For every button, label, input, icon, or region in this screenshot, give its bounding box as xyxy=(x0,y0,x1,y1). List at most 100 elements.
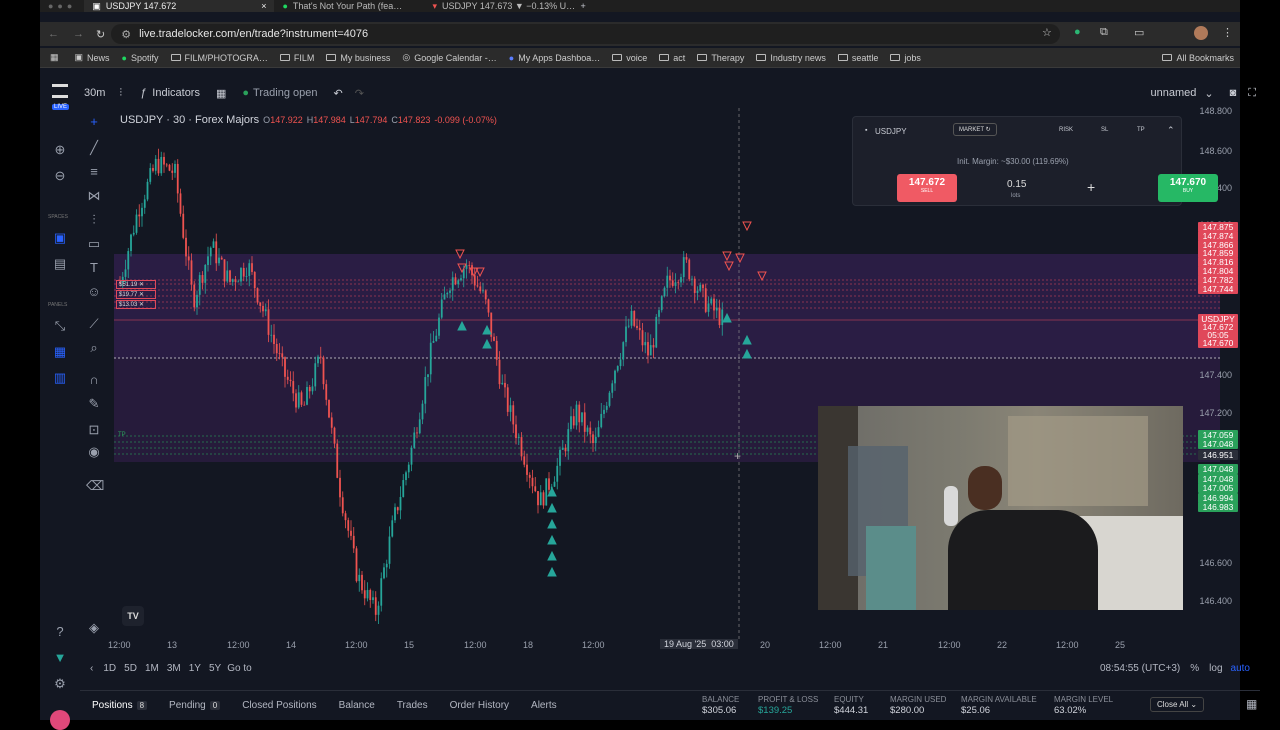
eye-icon[interactable]: ◉ xyxy=(86,444,102,460)
space-icon[interactable]: ▤ xyxy=(52,256,68,272)
window-controls[interactable]: ●●● xyxy=(40,1,84,11)
trendline-icon[interactable]: ╱ xyxy=(86,140,102,156)
emoji-icon[interactable]: ☺ xyxy=(86,284,102,300)
text-icon[interactable]: T xyxy=(86,260,102,276)
tab-closed-positions[interactable]: Closed Positions xyxy=(242,700,316,711)
bookmark-apps[interactable]: ● My Apps Dashboa… xyxy=(503,53,606,63)
range-1y[interactable]: 1Y xyxy=(189,663,201,674)
range-1m[interactable]: 1M xyxy=(145,663,159,674)
lock-icon[interactable]: ⊡ xyxy=(86,422,102,438)
layers-icon[interactable]: ◈ xyxy=(86,620,102,636)
auto-toggle[interactable]: auto xyxy=(1231,663,1250,674)
star-icon[interactable]: ☆ xyxy=(1042,26,1052,39)
panel-icon[interactable]: ▥ xyxy=(52,370,68,386)
extension-icon[interactable]: ● xyxy=(1074,26,1081,38)
layout-icon[interactable]: ▦ xyxy=(1246,697,1257,711)
collapse-icon[interactable]: ⌃ xyxy=(1167,125,1175,136)
indicators-button[interactable]: Indicators xyxy=(146,87,206,99)
candle-type-icon[interactable]: ⫶ xyxy=(109,87,132,100)
browser-tab-3[interactable]: ▾ USDJPY 147.673 ▼ −0.13% U… xyxy=(424,0,574,12)
tab-alerts[interactable]: Alerts xyxy=(531,700,557,711)
panel-icon[interactable]: ▦ xyxy=(52,344,68,360)
close-icon[interactable]: × xyxy=(261,1,266,11)
bookmark-folder[interactable]: Therapy xyxy=(691,53,750,63)
bookmark-folder[interactable]: Industry news xyxy=(750,53,832,63)
puzzle-icon[interactable]: ⧉ xyxy=(1100,26,1108,39)
goto-button[interactable]: Go to xyxy=(227,663,251,674)
back-icon[interactable]: ← xyxy=(40,28,67,40)
url-field[interactable]: ⚙ live.tradelocker.com/en/trade?instrume… xyxy=(111,24,1060,44)
tab-pending[interactable]: Pending 0 xyxy=(169,700,221,711)
position-tag[interactable]: $13.03 ✕ xyxy=(116,300,156,309)
panel-icon[interactable]: ⤡ xyxy=(52,318,68,334)
reload-icon[interactable]: ↻ xyxy=(90,28,111,41)
new-tab-icon[interactable]: + xyxy=(574,1,591,11)
bookmark-folder[interactable]: FILM xyxy=(274,53,321,63)
sell-button[interactable]: 147.672 SELL xyxy=(897,174,957,202)
plus-icon[interactable]: + xyxy=(1087,179,1095,195)
brush-icon[interactable]: ✎ xyxy=(86,396,102,412)
redo-icon[interactable]: ↷ xyxy=(355,87,364,100)
bookmark-news[interactable]: ▣ News xyxy=(69,52,116,63)
layout-name-dropdown[interactable]: unnamed xyxy=(1151,87,1197,99)
rectangle-icon[interactable]: ▭ xyxy=(86,236,102,252)
help-icon[interactable]: ? xyxy=(52,624,68,640)
undo-icon[interactable]: ↶ xyxy=(321,87,354,100)
tp-tag[interactable]: TP xyxy=(118,432,126,438)
all-bookmarks[interactable]: All Bookmarks xyxy=(1156,53,1240,63)
signal-icon[interactable]: ▼ xyxy=(52,650,68,666)
range-1d[interactable]: 1D xyxy=(103,663,116,674)
bookmark-folder[interactable]: FILM/PHOTOGRA… xyxy=(165,53,274,63)
timeframe-button[interactable]: 30m xyxy=(80,87,109,99)
position-tag[interactable]: $19.77 ✕ xyxy=(116,290,156,299)
profile-avatar[interactable] xyxy=(1194,26,1208,40)
magnet-icon[interactable]: ∩ xyxy=(86,372,102,388)
fullscreen-icon[interactable]: ⛶ xyxy=(1244,87,1260,100)
tab-order-history[interactable]: Order History xyxy=(450,700,509,711)
forward-icon[interactable]: → xyxy=(67,28,90,40)
tab-trades[interactable]: Trades xyxy=(397,700,428,711)
magnifier-icon[interactable]: ⌕ xyxy=(86,340,102,356)
indicators-icon[interactable]: ƒ xyxy=(132,87,146,99)
apps-grid-icon[interactable]: ▦ xyxy=(40,52,69,63)
bookmark-calendar[interactable]: ◎ Google Calendar -… xyxy=(396,52,502,63)
crosshair-icon[interactable]: + xyxy=(86,114,102,130)
browser-tab-1[interactable]: ▣ USDJPY 147.672 × xyxy=(84,0,275,12)
menu-icon[interactable]: ⋮ xyxy=(1222,26,1233,39)
bookmark-folder[interactable]: jobs xyxy=(884,53,927,63)
zoom-out-icon[interactable]: ⊖ xyxy=(52,168,68,184)
sl-button[interactable]: SL xyxy=(1101,127,1108,133)
cast-icon[interactable]: ▭ xyxy=(1134,26,1144,39)
close-all-button[interactable]: Close All ⌄ xyxy=(1150,697,1205,712)
browser-tab-2[interactable]: ● That's Not Your Path (fea… xyxy=(274,0,424,12)
buy-button[interactable]: 147.670 BUY xyxy=(1158,174,1218,202)
range-5d[interactable]: 5D xyxy=(124,663,137,674)
space-icon[interactable]: ▣ xyxy=(52,230,68,246)
camera-icon[interactable]: ◙ xyxy=(1222,87,1245,99)
risk-button[interactable]: RISK xyxy=(1059,127,1073,133)
bookmark-folder[interactable]: act xyxy=(653,53,691,63)
layout-grid-icon[interactable]: ▦ xyxy=(206,87,236,100)
collapse-left-icon[interactable]: ‹ xyxy=(80,663,103,674)
ruler-icon[interactable]: ⟋ xyxy=(86,316,102,332)
pattern-icon[interactable]: ⋈ xyxy=(86,188,102,204)
trash-icon[interactable]: ⌫ xyxy=(86,478,104,494)
fib-icon[interactable]: ≡ xyxy=(86,164,102,180)
position-tag[interactable]: $51.19 ✕ xyxy=(116,280,156,289)
tab-positions[interactable]: Positions 8 xyxy=(92,700,148,711)
zoom-in-icon[interactable]: ⊕ xyxy=(52,142,68,158)
percent-toggle[interactable]: % xyxy=(1190,663,1199,674)
log-toggle[interactable]: log xyxy=(1209,663,1222,674)
bookmark-folder[interactable]: voice xyxy=(606,53,653,63)
tp-button[interactable]: TP xyxy=(1137,127,1145,133)
channel-icon[interactable]: ⫶ xyxy=(86,212,102,228)
tab-balance[interactable]: Balance xyxy=(339,700,375,711)
site-info-icon[interactable]: ⚙ xyxy=(121,28,131,41)
lots-input[interactable]: 0.15 xyxy=(1007,179,1026,190)
bookmark-spotify[interactable]: ● Spotify xyxy=(116,53,165,63)
bookmark-folder[interactable]: My business xyxy=(320,53,396,63)
order-type-button[interactable]: MARKET ↻ xyxy=(953,123,997,136)
chevron-down-icon[interactable]: ⌄ xyxy=(1196,87,1221,100)
range-3m[interactable]: 3M xyxy=(167,663,181,674)
range-5y[interactable]: 5Y xyxy=(209,663,221,674)
